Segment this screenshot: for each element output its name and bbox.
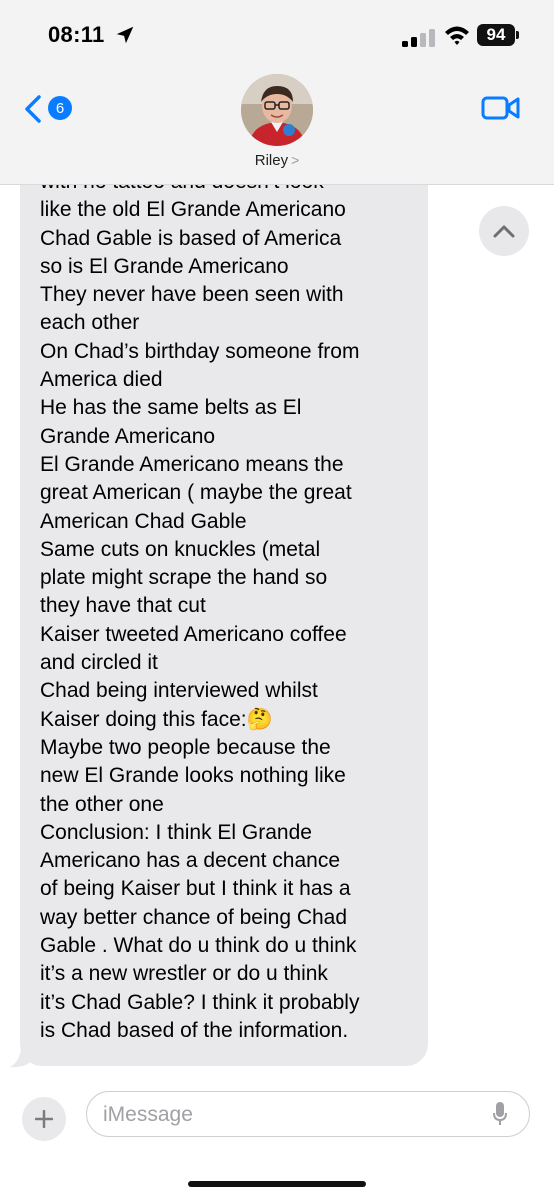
imessage-input[interactable]: iMessage: [86, 1091, 530, 1137]
conversation-header: 08:11 94 6 Riley >: [0, 0, 554, 185]
contact-name-row[interactable]: Riley >: [0, 152, 554, 169]
bubble-tail: [10, 1044, 32, 1068]
contact-avatar[interactable]: [241, 74, 313, 146]
scroll-up-button[interactable]: [479, 206, 529, 256]
battery-tip: [516, 31, 519, 39]
video-call-icon[interactable]: [481, 94, 521, 122]
home-indicator: [188, 1181, 366, 1187]
location-arrow-icon: [116, 26, 134, 44]
back-chevron-icon[interactable]: [22, 94, 44, 124]
microphone-icon[interactable]: [493, 1102, 507, 1126]
plus-icon: [35, 1110, 53, 1128]
imessage-placeholder: iMessage: [103, 1103, 193, 1126]
message-text: with no tattoo and doesn’t look like the…: [40, 170, 360, 1042]
chevron-up-icon: [493, 225, 515, 238]
battery-icon: 94: [477, 24, 515, 46]
status-time: 08:11: [48, 22, 105, 47]
signal-icon: [402, 29, 435, 47]
unread-count-badge[interactable]: 6: [48, 96, 72, 120]
apps-plus-button[interactable]: [22, 1097, 66, 1141]
wifi-icon: [445, 26, 469, 45]
name-chevron-icon: >: [291, 152, 300, 168]
contact-name[interactable]: Riley: [255, 152, 288, 169]
